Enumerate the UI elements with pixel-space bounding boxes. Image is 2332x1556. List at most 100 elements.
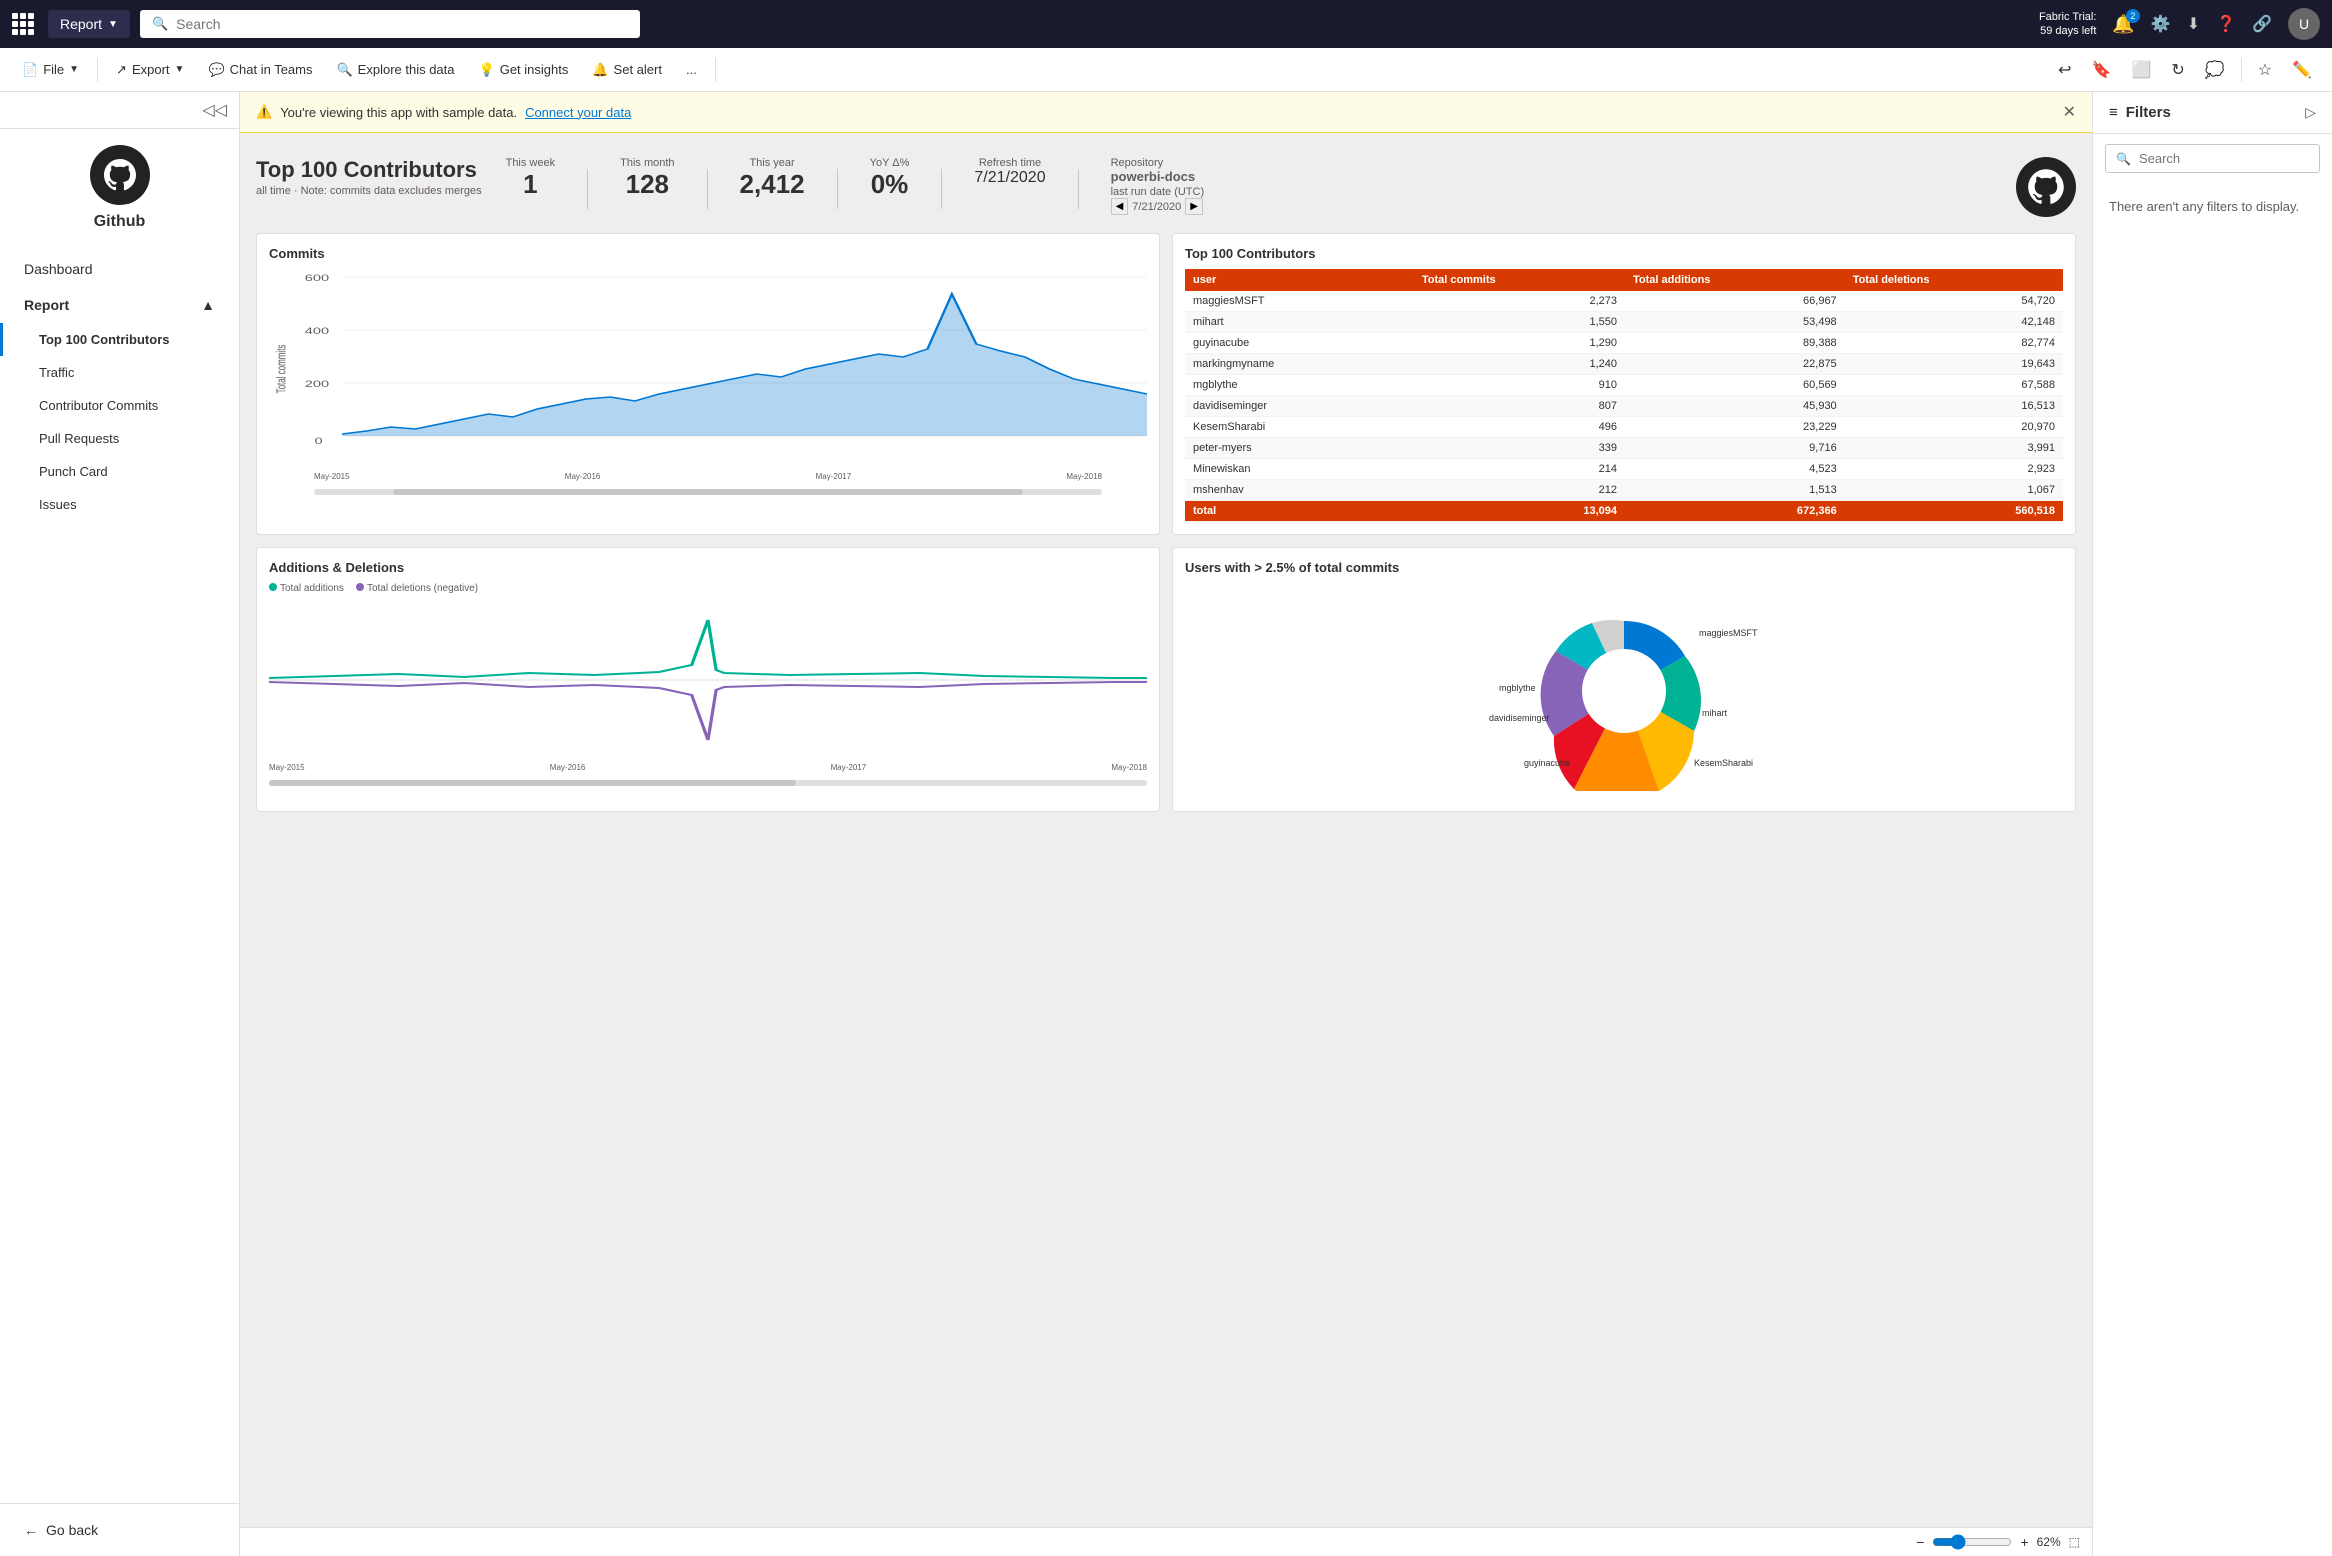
insights-icon: 💡 xyxy=(479,62,495,78)
repo-next-button[interactable]: ▶ xyxy=(1185,198,1203,215)
banner-message: You're viewing this app with sample data… xyxy=(280,105,517,120)
table-row: Minewiskan2144,5232,923 xyxy=(1185,459,2063,480)
explore-data-button[interactable]: 🔍 Explore this data xyxy=(326,57,464,83)
go-back-button[interactable]: ← Go back xyxy=(24,1516,98,1544)
search-input[interactable] xyxy=(176,16,628,32)
additions-deletions-svg xyxy=(269,600,1147,760)
table-row: mgblythe91060,56967,588 xyxy=(1185,375,2063,396)
bookmark-button[interactable]: 🔖 xyxy=(2084,55,2120,85)
teams-icon: 💬 xyxy=(208,62,224,78)
commits-chart-svg-wrap: 600 400 200 0 xyxy=(269,269,1147,499)
table-header-deletions: Total deletions xyxy=(1845,269,2063,291)
settings-icon[interactable]: ⚙️ xyxy=(2151,14,2171,34)
svg-text:davidiseminger: davidiseminger xyxy=(1489,713,1550,723)
zoom-in-button[interactable]: + xyxy=(2020,1534,2028,1550)
connect-data-link[interactable]: Connect your data xyxy=(525,105,631,120)
report-content: Top 100 Contributors all time · Note: co… xyxy=(240,133,2092,1527)
repo-prev-button[interactable]: ◀ xyxy=(1111,198,1129,215)
filters-search-box[interactable]: 🔍 xyxy=(2105,144,2320,173)
repository-section: Repository powerbi-docs last run date (U… xyxy=(1111,157,1205,215)
chevron-down-icon: ▼ xyxy=(175,64,185,75)
sidebar-navigation: Dashboard Report ▲ Top 100 Contributors … xyxy=(0,243,239,1503)
stat-this-week: This week 1 xyxy=(506,157,556,200)
view-button[interactable]: ⬜ xyxy=(2123,55,2159,85)
sidebar-app-name: Github xyxy=(94,213,146,231)
favorite-button[interactable]: ☆ xyxy=(2250,55,2280,85)
explore-icon: 🔍 xyxy=(336,62,352,78)
close-banner-button[interactable]: ✕ xyxy=(2063,102,2076,122)
table-row: guyinacube1,29089,38882,774 xyxy=(1185,333,2063,354)
sidebar-item-punch-card[interactable]: Punch Card xyxy=(0,455,239,488)
additions-deletions-legend: Total additions Total deletions (negativ… xyxy=(269,583,1147,594)
commits-chart-title: Commits xyxy=(269,246,1147,261)
donut-svg: maggiesMSFT mihart guyinacube KesemShara… xyxy=(1484,591,1764,791)
zoom-slider[interactable] xyxy=(1932,1534,2012,1550)
report-title-section: Top 100 Contributors all time · Note: co… xyxy=(256,157,482,197)
refresh-button[interactable]: ↻ xyxy=(2163,55,2192,85)
report-label: Report xyxy=(60,16,102,32)
chevron-down-icon: ▼ xyxy=(69,64,79,75)
sidebar-item-report[interactable]: Report ▲ xyxy=(0,287,239,323)
edit-button[interactable]: ✏️ xyxy=(2284,55,2320,85)
filters-expand-button[interactable]: ▷ xyxy=(2305,104,2316,121)
additions-deletions-chart-card: Additions & Deletions Total additions To… xyxy=(256,547,1160,812)
filters-search-input[interactable] xyxy=(2139,151,2309,166)
file-button[interactable]: 📄 File ▼ xyxy=(12,57,89,83)
collapse-sidebar-button[interactable]: ◁◁ xyxy=(202,100,227,120)
sidebar-item-issues[interactable]: Issues xyxy=(0,488,239,521)
filters-panel: ≡ Filters ▷ 🔍 There aren't any filters t… xyxy=(2092,92,2332,1556)
additions-deletions-title: Additions & Deletions xyxy=(269,560,1147,575)
stat-this-year: This year 2,412 xyxy=(740,157,805,200)
global-search-box[interactable]: 🔍 xyxy=(140,10,640,38)
github-logo-icon xyxy=(90,145,150,205)
donut-chart-wrap: maggiesMSFT mihart guyinacube KesemShara… xyxy=(1185,583,2063,799)
more-options-button[interactable]: ... xyxy=(676,57,707,82)
notification-button[interactable]: 🔔 2 xyxy=(2112,14,2134,35)
table-header-commits: Total commits xyxy=(1414,269,1625,291)
contributors-table-card: Top 100 Contributors user Total commits … xyxy=(1172,233,2076,535)
set-alert-button[interactable]: 🔔 Set alert xyxy=(582,57,672,83)
toolbar: 📄 File ▼ ↗ Export ▼ 💬 Chat in Teams 🔍 Ex… xyxy=(0,48,2332,92)
warning-icon: ⚠️ xyxy=(256,104,272,120)
avatar[interactable]: U xyxy=(2288,8,2320,40)
filters-title: ≡ Filters xyxy=(2109,104,2171,121)
table-row: mshenhav2121,5131,067 xyxy=(1185,480,2063,501)
sidebar-item-dashboard[interactable]: Dashboard xyxy=(0,251,239,287)
commits-chart-svg: 600 400 200 0 xyxy=(269,269,1147,469)
svg-text:200: 200 xyxy=(305,379,330,389)
contributors-table: user Total commits Total additions Total… xyxy=(1185,269,2063,522)
export-button[interactable]: ↗ Export ▼ xyxy=(106,57,194,83)
sidebar-item-top100[interactable]: Top 100 Contributors xyxy=(0,323,239,356)
svg-text:mihart: mihart xyxy=(1702,708,1728,718)
filter-icon: ≡ xyxy=(2109,104,2118,121)
sidebar-item-pull-requests[interactable]: Pull Requests xyxy=(0,422,239,455)
svg-text:maggiesMSFT: maggiesMSFT xyxy=(1699,628,1758,638)
get-insights-button[interactable]: 💡 Get insights xyxy=(469,57,579,83)
charts-grid: Commits 600 400 200 0 xyxy=(256,233,2076,812)
share-icon[interactable]: 🔗 xyxy=(2252,14,2272,34)
chevron-down-icon: ▼ xyxy=(108,19,118,30)
github-mascot xyxy=(2016,157,2076,217)
filters-empty-message: There aren't any filters to display. xyxy=(2093,183,2332,230)
svg-text:400: 400 xyxy=(305,326,330,336)
sidebar-item-traffic[interactable]: Traffic xyxy=(0,356,239,389)
download-icon[interactable]: ⬇ xyxy=(2187,14,2200,34)
report-title: Top 100 Contributors xyxy=(256,157,482,183)
file-icon: 📄 xyxy=(22,62,38,78)
zoom-out-button[interactable]: − xyxy=(1916,1534,1924,1550)
help-icon[interactable]: ❓ xyxy=(2216,14,2236,34)
filters-search-icon: 🔍 xyxy=(2116,152,2131,166)
chat-in-teams-button[interactable]: 💬 Chat in Teams xyxy=(198,57,322,83)
fit-page-button[interactable]: ⬚ xyxy=(2069,1535,2080,1549)
table-row: mihart1,55053,49842,148 xyxy=(1185,312,2063,333)
sidebar-item-contributor-commits[interactable]: Contributor Commits xyxy=(0,389,239,422)
svg-text:600: 600 xyxy=(305,273,330,283)
notification-badge: 2 xyxy=(2126,9,2140,23)
report-stats: This week 1 This month 128 This year 2,4… xyxy=(506,157,1205,215)
report-dropdown-button[interactable]: Report ▼ xyxy=(48,10,130,38)
comment-button[interactable]: 💭 xyxy=(2197,55,2233,85)
app-grid-icon[interactable] xyxy=(12,13,34,35)
svg-text:0: 0 xyxy=(315,436,323,446)
alert-icon: 🔔 xyxy=(592,62,608,78)
undo-button[interactable]: ↩ xyxy=(2050,55,2079,85)
